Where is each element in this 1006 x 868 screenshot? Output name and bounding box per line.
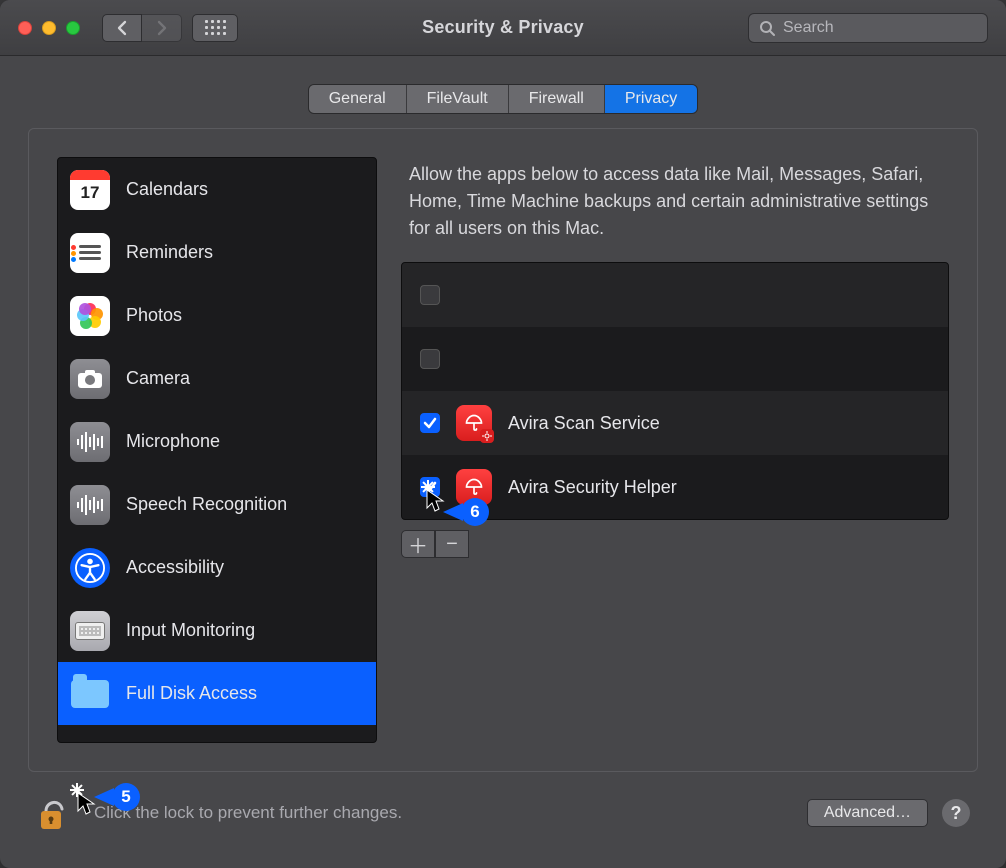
keyboard-icon xyxy=(70,611,110,651)
add-remove-buttons: ＋ − 6 xyxy=(401,530,949,558)
sidebar-item-camera[interactable]: Camera xyxy=(58,347,376,410)
tab-privacy[interactable]: Privacy xyxy=(605,85,697,113)
sidebar-item-label: Reminders xyxy=(126,242,213,263)
permission-checkbox[interactable] xyxy=(420,285,440,305)
unlocked-lock-icon[interactable] xyxy=(36,793,68,833)
avira-app-icon xyxy=(456,405,492,441)
search-input[interactable] xyxy=(783,19,977,37)
lock-hint-text: Click the lock to prevent further change… xyxy=(94,803,402,823)
cursor-icon xyxy=(76,791,96,817)
minimize-window-button[interactable] xyxy=(42,21,56,35)
app-row-avira-helper[interactable]: Avira Security Helper xyxy=(402,455,948,519)
sidebar-item-photos[interactable]: Photos xyxy=(58,284,376,347)
app-row-avira-scan[interactable]: Avira Scan Service xyxy=(402,391,948,455)
sidebar-item-label: Calendars xyxy=(126,179,208,200)
photos-icon xyxy=(70,296,110,336)
camera-icon xyxy=(70,359,110,399)
sidebar-item-input-monitoring[interactable]: Input Monitoring xyxy=(58,599,376,662)
sidebar-item-speech-recognition[interactable]: Speech Recognition xyxy=(58,473,376,536)
help-button[interactable]: ? xyxy=(942,799,970,827)
app-permission-list[interactable]: Avira Scan Service Avira Security Helper xyxy=(401,262,949,520)
sidebar-item-accessibility[interactable]: Accessibility xyxy=(58,536,376,599)
sidebar-item-label: Photos xyxy=(126,305,182,326)
app-row[interactable] xyxy=(402,263,948,327)
accessibility-icon xyxy=(70,548,110,588)
avira-app-icon xyxy=(456,469,492,505)
forward-button[interactable] xyxy=(142,14,182,42)
content-frame: 17 Calendars Reminders xyxy=(28,128,978,772)
tab-firewall[interactable]: Firewall xyxy=(509,85,605,113)
folder-icon xyxy=(70,674,110,714)
permission-checkbox[interactable] xyxy=(420,477,440,497)
search-field[interactable] xyxy=(748,13,988,43)
show-all-button[interactable] xyxy=(192,14,238,42)
sidebar-item-full-disk-access[interactable]: Full Disk Access xyxy=(58,662,376,725)
sidebar-item-microphone[interactable]: Microphone xyxy=(58,410,376,473)
microphone-icon xyxy=(70,422,110,462)
chevron-right-icon xyxy=(156,20,168,36)
tab-filevault[interactable]: FileVault xyxy=(407,85,509,113)
add-app-button[interactable]: ＋ xyxy=(401,530,435,558)
search-icon xyxy=(759,20,775,36)
sidebar-item-label: Input Monitoring xyxy=(126,620,255,641)
fullscreen-window-button[interactable] xyxy=(66,21,80,35)
close-window-button[interactable] xyxy=(18,21,32,35)
titlebar: Security & Privacy xyxy=(0,0,1006,56)
sidebar-item-label: Speech Recognition xyxy=(126,494,287,515)
description-text: Allow the apps below to access data like… xyxy=(401,157,949,262)
calendar-icon: 17 xyxy=(70,170,110,210)
sidebar-item-label: Full Disk Access xyxy=(126,683,257,704)
permission-checkbox[interactable] xyxy=(420,349,440,369)
app-name: Avira Scan Service xyxy=(508,413,660,434)
back-button[interactable] xyxy=(102,14,142,42)
speech-icon xyxy=(70,485,110,525)
window-controls xyxy=(0,21,80,35)
detail-panel: Allow the apps below to access data like… xyxy=(401,157,949,743)
tab-general[interactable]: General xyxy=(309,85,407,113)
sidebar-item-label: Microphone xyxy=(126,431,220,452)
system-preferences-window: Security & Privacy General FileVault Fir… xyxy=(0,0,1006,868)
sidebar-item-reminders[interactable]: Reminders xyxy=(58,221,376,284)
footer: 5 Click the lock to prevent further chan… xyxy=(0,772,1006,868)
app-row[interactable] xyxy=(402,327,948,391)
click-spark-icon xyxy=(70,783,84,797)
nav-buttons xyxy=(102,14,182,42)
gear-badge-icon xyxy=(480,429,494,443)
privacy-category-list[interactable]: 17 Calendars Reminders xyxy=(57,157,377,743)
app-name: Avira Security Helper xyxy=(508,477,677,498)
grid-icon xyxy=(205,20,226,35)
sidebar-item-calendars[interactable]: 17 Calendars xyxy=(58,158,376,221)
permission-checkbox[interactable] xyxy=(420,413,440,433)
chevron-left-icon xyxy=(116,20,128,36)
tab-bar: General FileVault Firewall Privacy xyxy=(0,56,1006,114)
sidebar-item-label: Accessibility xyxy=(126,557,224,578)
remove-app-button[interactable]: − xyxy=(435,530,469,558)
sidebar-item-label: Camera xyxy=(126,368,190,389)
reminders-icon xyxy=(70,233,110,273)
advanced-button[interactable]: Advanced… xyxy=(807,799,928,827)
